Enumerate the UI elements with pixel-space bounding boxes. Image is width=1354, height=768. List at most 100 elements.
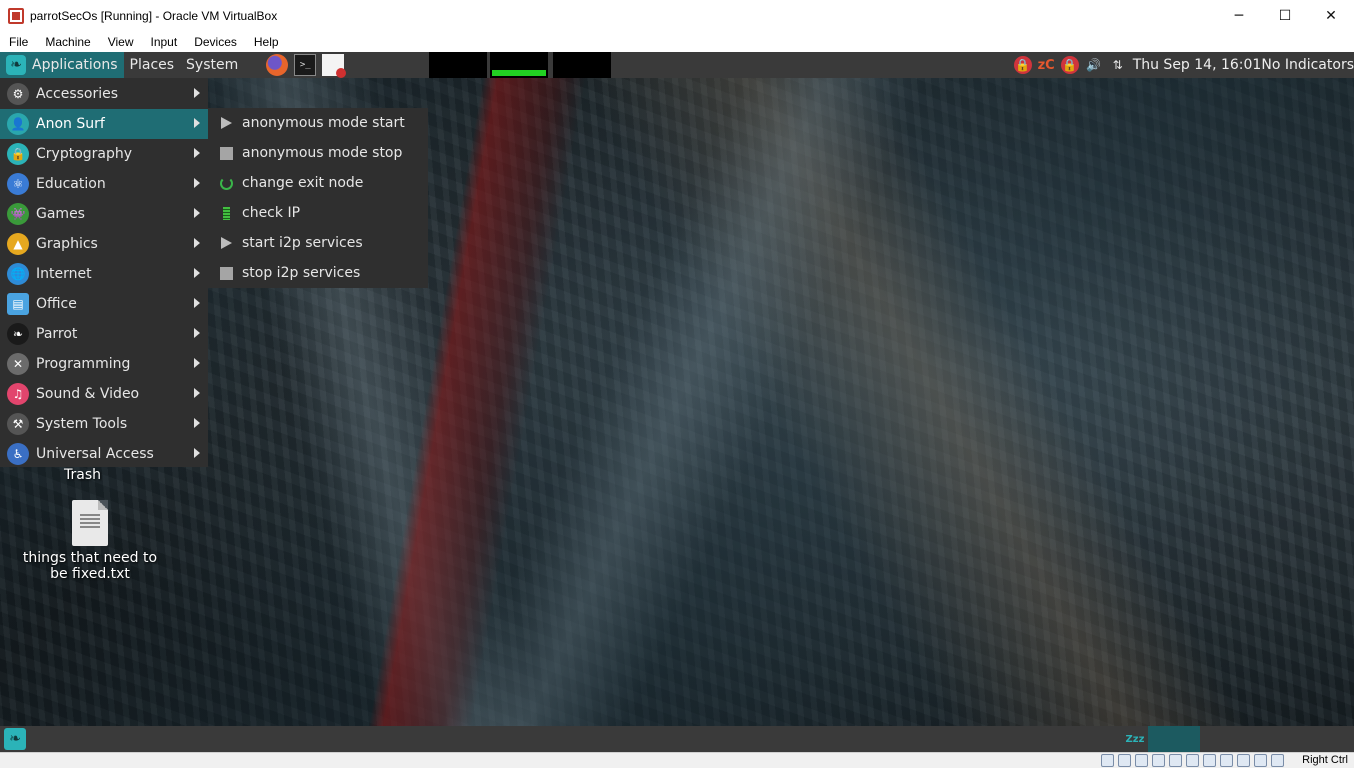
menu-item-label: Sound & Video: [36, 386, 140, 402]
cpu-monitor: [429, 52, 487, 78]
menu-machine[interactable]: Machine: [36, 35, 98, 49]
menu-item-programming[interactable]: ✕ Programming: [0, 349, 208, 379]
menu-item-internet[interactable]: 🌐 Internet: [0, 259, 208, 289]
submenu-item-change-exit-node[interactable]: change exit node: [208, 168, 428, 198]
indicators[interactable]: No Indicators: [1261, 57, 1354, 73]
window-controls: ─ ☐ ✕: [1216, 0, 1354, 31]
anonsurf-lock-icon[interactable]: 🔒: [1013, 56, 1032, 74]
universal-access-icon: ♿: [7, 443, 29, 465]
minimize-button[interactable]: ─: [1216, 0, 1262, 31]
menu-devices[interactable]: Devices: [185, 35, 245, 49]
maximize-button[interactable]: ☐: [1262, 0, 1308, 31]
play-icon: [218, 235, 234, 251]
top-panel: ❧ Applications Places System >_ 🔒 zC 🔒 🔊…: [0, 52, 1354, 78]
trash-desktop-icon[interactable]: Trash: [64, 467, 101, 483]
applications-menu: ⚙ Accessories 👤 Anon Surf 🔒 Cryptography…: [0, 78, 208, 467]
usb-icon[interactable]: [1169, 754, 1182, 767]
games-icon: 👾: [7, 203, 29, 225]
menu-item-cryptography[interactable]: 🔒 Cryptography: [0, 139, 208, 169]
menu-item-label: Graphics: [36, 236, 98, 252]
menu-item-system-tools[interactable]: ⚒ System Tools: [0, 409, 208, 439]
submenu-item-label: start i2p services: [242, 235, 363, 251]
menu-item-label: Parrot: [36, 326, 78, 342]
cpu-icon[interactable]: [1237, 754, 1250, 767]
file-desktop-icon[interactable]: things that need to be fixed.txt: [22, 500, 158, 582]
submenu-item-anonymous-mode-stop[interactable]: anonymous mode stop: [208, 138, 428, 168]
menu-item-sound-video[interactable]: ♫ Sound & Video: [0, 379, 208, 409]
shared-folder-icon[interactable]: [1186, 754, 1199, 767]
menu-item-anonsurf[interactable]: 👤 Anon Surf: [0, 109, 208, 139]
display-icon[interactable]: [1203, 754, 1216, 767]
submenu-arrow-icon: [194, 148, 200, 158]
menu-item-parrot[interactable]: ❧ Parrot: [0, 319, 208, 349]
window-titlebar: parrotSecOs [Running] - Oracle VM Virtua…: [0, 0, 1354, 31]
menu-help[interactable]: Help: [245, 35, 287, 49]
network-icon[interactable]: ⇅: [1109, 56, 1127, 74]
workspace-switcher[interactable]: Zzz: [1122, 726, 1200, 752]
menu-file[interactable]: File: [0, 35, 36, 49]
network-monitor: [553, 52, 611, 78]
menu-item-office[interactable]: ▤ Office: [0, 289, 208, 319]
volume-icon[interactable]: 🔊: [1085, 56, 1103, 74]
optical-drive-icon[interactable]: [1118, 754, 1131, 767]
accessories-icon: ⚙: [7, 83, 29, 105]
menu-item-games[interactable]: 👾 Games: [0, 199, 208, 229]
trash-label: Trash: [64, 467, 101, 483]
education-icon: ⚛: [7, 173, 29, 195]
workspace-2[interactable]: [1148, 726, 1200, 752]
menu-item-label: Anon Surf: [36, 116, 105, 132]
menu-item-accessories[interactable]: ⚙ Accessories: [0, 79, 208, 109]
recording-icon[interactable]: [1220, 754, 1233, 767]
submenu-item-anonymous-mode-start[interactable]: anonymous mode start: [208, 108, 428, 138]
parrot-logo-icon: ❧: [6, 55, 26, 75]
play-icon: [218, 115, 234, 131]
submenu-item-label: stop i2p services: [242, 265, 361, 281]
anonsurf-icon: 👤: [7, 113, 29, 135]
menu-view[interactable]: View: [99, 35, 142, 49]
menu-item-universal-access[interactable]: ♿ Universal Access: [0, 439, 208, 469]
menu-item-label: Cryptography: [36, 146, 133, 162]
cryptography-icon: 🔒: [7, 143, 29, 165]
submenu-item-label: anonymous mode stop: [242, 145, 403, 161]
submenu-arrow-icon: [194, 358, 200, 368]
submenu-item-stop-i2p-services[interactable]: stop i2p services: [208, 258, 428, 288]
menu-item-label: Programming: [36, 356, 131, 372]
places-menu-button[interactable]: Places: [124, 52, 181, 78]
places-label: Places: [129, 57, 175, 73]
vpn-lock-icon[interactable]: 🔒: [1060, 56, 1079, 74]
menu-item-label: Games: [36, 206, 85, 222]
applications-menu-button[interactable]: ❧ Applications: [0, 52, 124, 78]
workspace-1[interactable]: Zzz: [1122, 726, 1148, 752]
graphics-icon: ▲: [7, 233, 29, 255]
menu-item-graphics[interactable]: ▲ Graphics: [0, 229, 208, 259]
menu-input[interactable]: Input: [142, 35, 186, 49]
close-button[interactable]: ✕: [1308, 0, 1354, 31]
terminal-icon[interactable]: >_: [294, 54, 317, 76]
bottom-panel: ❧ Zzz: [0, 726, 1354, 752]
submenu-arrow-icon: [194, 268, 200, 278]
menu-item-education[interactable]: ⚛ Education: [0, 169, 208, 199]
text-editor-icon[interactable]: [322, 54, 347, 78]
stop-icon: [218, 145, 234, 161]
memory-monitor: [490, 52, 548, 78]
anonsurf-submenu: anonymous mode start anonymous mode stop…: [208, 108, 428, 288]
audio-icon[interactable]: [1135, 754, 1148, 767]
file-label-line1: things that need to: [22, 550, 158, 566]
show-desktop-button[interactable]: ❧: [4, 728, 26, 750]
mouse-integration-icon[interactable]: [1254, 754, 1267, 767]
network-adapter-icon[interactable]: [1152, 754, 1165, 767]
system-menu-button[interactable]: System: [180, 52, 244, 78]
firefox-icon[interactable]: [266, 54, 289, 76]
menu-item-label: Accessories: [36, 86, 119, 102]
submenu-item-start-i2p-services[interactable]: start i2p services: [208, 228, 428, 258]
submenu-item-check-ip[interactable]: check IP: [208, 198, 428, 228]
hard-disk-icon[interactable]: [1101, 754, 1114, 767]
vbox-menubar: File Machine View Input Devices Help: [0, 31, 1354, 52]
keyboard-icon[interactable]: [1271, 754, 1284, 767]
clock[interactable]: Thu Sep 14, 16:01: [1133, 57, 1262, 73]
system-label: System: [186, 57, 239, 73]
submenu-item-label: change exit node: [242, 175, 364, 191]
zc-label[interactable]: zC: [1038, 56, 1055, 74]
submenu-arrow-icon: [194, 418, 200, 428]
submenu-arrow-icon: [194, 388, 200, 398]
